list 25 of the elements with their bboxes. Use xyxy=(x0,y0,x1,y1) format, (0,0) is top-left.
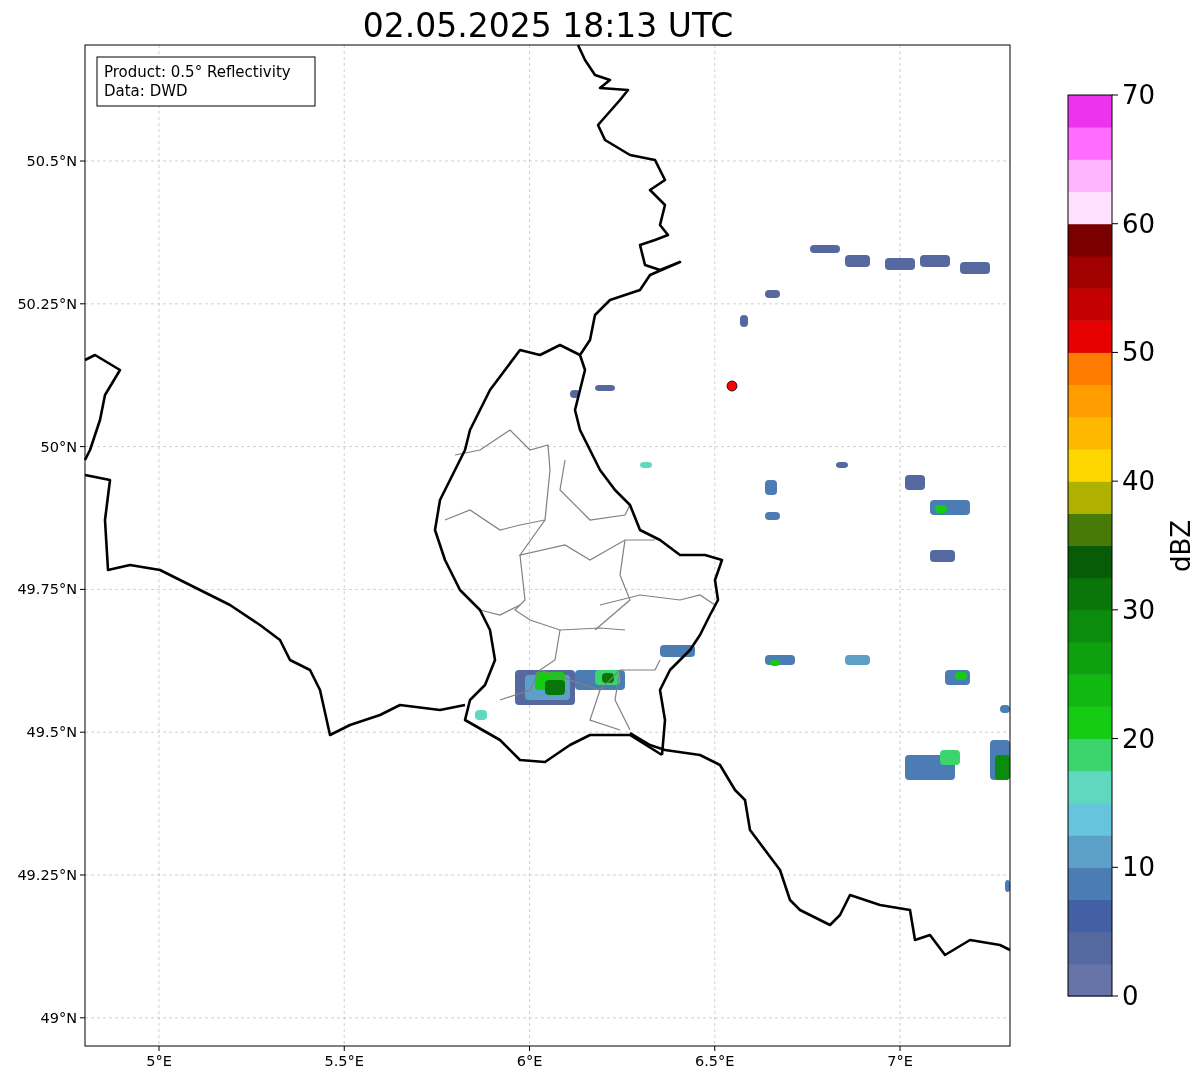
colorbar-tick-label: 40 xyxy=(1122,466,1156,497)
colorbar-tick-label: 60 xyxy=(1122,208,1156,239)
longitude-label: 5°E xyxy=(146,1053,172,1069)
info-text: Data: DWD xyxy=(104,82,188,100)
colorbar-tick-label: 30 xyxy=(1122,594,1156,625)
radar-site-marker xyxy=(726,380,738,392)
colorbar-tick-label: 10 xyxy=(1122,852,1156,883)
colorbar-label: dBZ xyxy=(1166,519,1196,573)
latitude-label: 49°N xyxy=(40,1009,77,1026)
colorbar-tick-label: 70 xyxy=(1122,80,1156,110)
info-text: Product: 0.5° Reflectivity xyxy=(104,63,291,81)
colorbar-tick-label: 20 xyxy=(1122,723,1156,754)
longitude-label: 7°E xyxy=(887,1053,913,1069)
longitude-label: 6.5°E xyxy=(695,1053,735,1069)
longitude-label: 5.5°E xyxy=(324,1053,364,1069)
longitude-label: 6°E xyxy=(516,1053,543,1069)
latitude-label: 49.25°N xyxy=(17,867,77,883)
colorbar-tick-label: 50 xyxy=(1122,337,1156,368)
latitude-label: 50°N xyxy=(40,438,77,455)
latitude-label: 50.25°N xyxy=(17,295,77,312)
colorbar-tick-label: 0 xyxy=(1122,981,1139,1011)
latitude-label: 49.75°N xyxy=(17,581,77,598)
latitude-label: 49.5°N xyxy=(26,724,77,741)
chart-title: 02.05.2025 18:13 UTC xyxy=(362,6,734,45)
latitude-label: 50.5°N xyxy=(26,153,77,169)
